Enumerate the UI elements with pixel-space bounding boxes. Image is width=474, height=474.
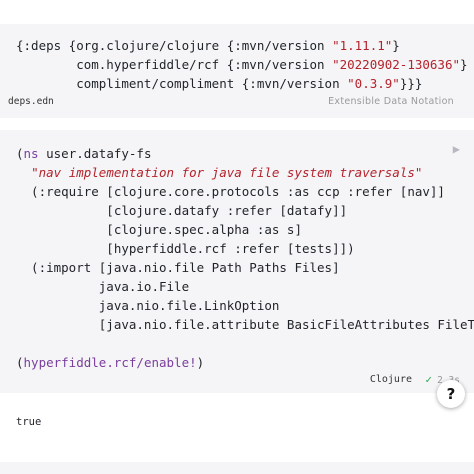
deps-line-1: {:deps {org.clojure/clojure {:mvn/versio… — [16, 38, 400, 53]
language-label: Extensible Data Notation — [328, 96, 454, 107]
code-line: java.io.File — [16, 279, 190, 294]
deps-text: {:deps {org.clojure/clojure {:mvn/versio… — [16, 38, 333, 53]
ns-code[interactable]: (ns user.datafy-fs "nav implementation f… — [16, 144, 474, 372]
enable-call: hyperfiddle.rcf/enable! — [23, 355, 197, 370]
code-line: (:import [java.nio.file Path Paths Files… — [16, 260, 340, 275]
code-line: java.nio.file.LinkOption — [16, 298, 280, 313]
ns-name: user.datafy-fs — [38, 146, 152, 161]
filename-label: deps.edn — [8, 96, 54, 107]
paren: ( — [16, 355, 24, 370]
check-icon: ✓ — [425, 373, 432, 386]
deps-text: com.hyperfiddle/rcf {:mvn/version — [16, 57, 333, 72]
deps-text: } — [392, 38, 400, 53]
ns-code-block[interactable]: ▶ (ns user.datafy-fs "nav implementation… — [0, 130, 474, 393]
docstring: "nav implementation for java file system… — [31, 165, 423, 180]
code-line: (:require [clojure.core.protocols :as cc… — [16, 184, 445, 199]
deps-code: {:deps {org.clojure/clojure {:mvn/versio… — [16, 36, 468, 93]
deps-line-2: com.hyperfiddle/rcf {:mvn/version "20220… — [16, 57, 468, 72]
version-string: "0.3.9" — [347, 76, 400, 91]
ns-keyword: ns — [23, 146, 39, 161]
help-button[interactable]: ? — [437, 380, 465, 408]
deps-text: compliment/compliment {:mvn/version — [16, 76, 348, 91]
eval-result: true — [16, 416, 42, 428]
deps-code-block: {:deps {org.clojure/clojure {:mvn/versio… — [0, 24, 474, 118]
code-line: [clojure.spec.alpha :as s] — [16, 222, 302, 237]
paren: ) — [196, 355, 205, 370]
deps-text: }}} — [399, 76, 423, 91]
version-string: "1.11.1" — [332, 38, 393, 53]
code-line: [java.nio.file.attribute BasicFileAttrib… — [16, 317, 474, 332]
deps-line-3: compliment/compliment {:mvn/version "0.3… — [16, 76, 422, 91]
paren: ( — [16, 146, 24, 161]
next-code-block[interactable] — [0, 462, 474, 474]
language-label: Clojure — [369, 374, 412, 385]
code-line: [hyperfiddle.rcf :refer [tests]]) — [16, 241, 355, 256]
code-line: [clojure.datafy :refer [datafy]] — [16, 203, 348, 218]
version-string: "20220902-130636" — [332, 57, 461, 72]
deps-text: } — [460, 57, 468, 72]
